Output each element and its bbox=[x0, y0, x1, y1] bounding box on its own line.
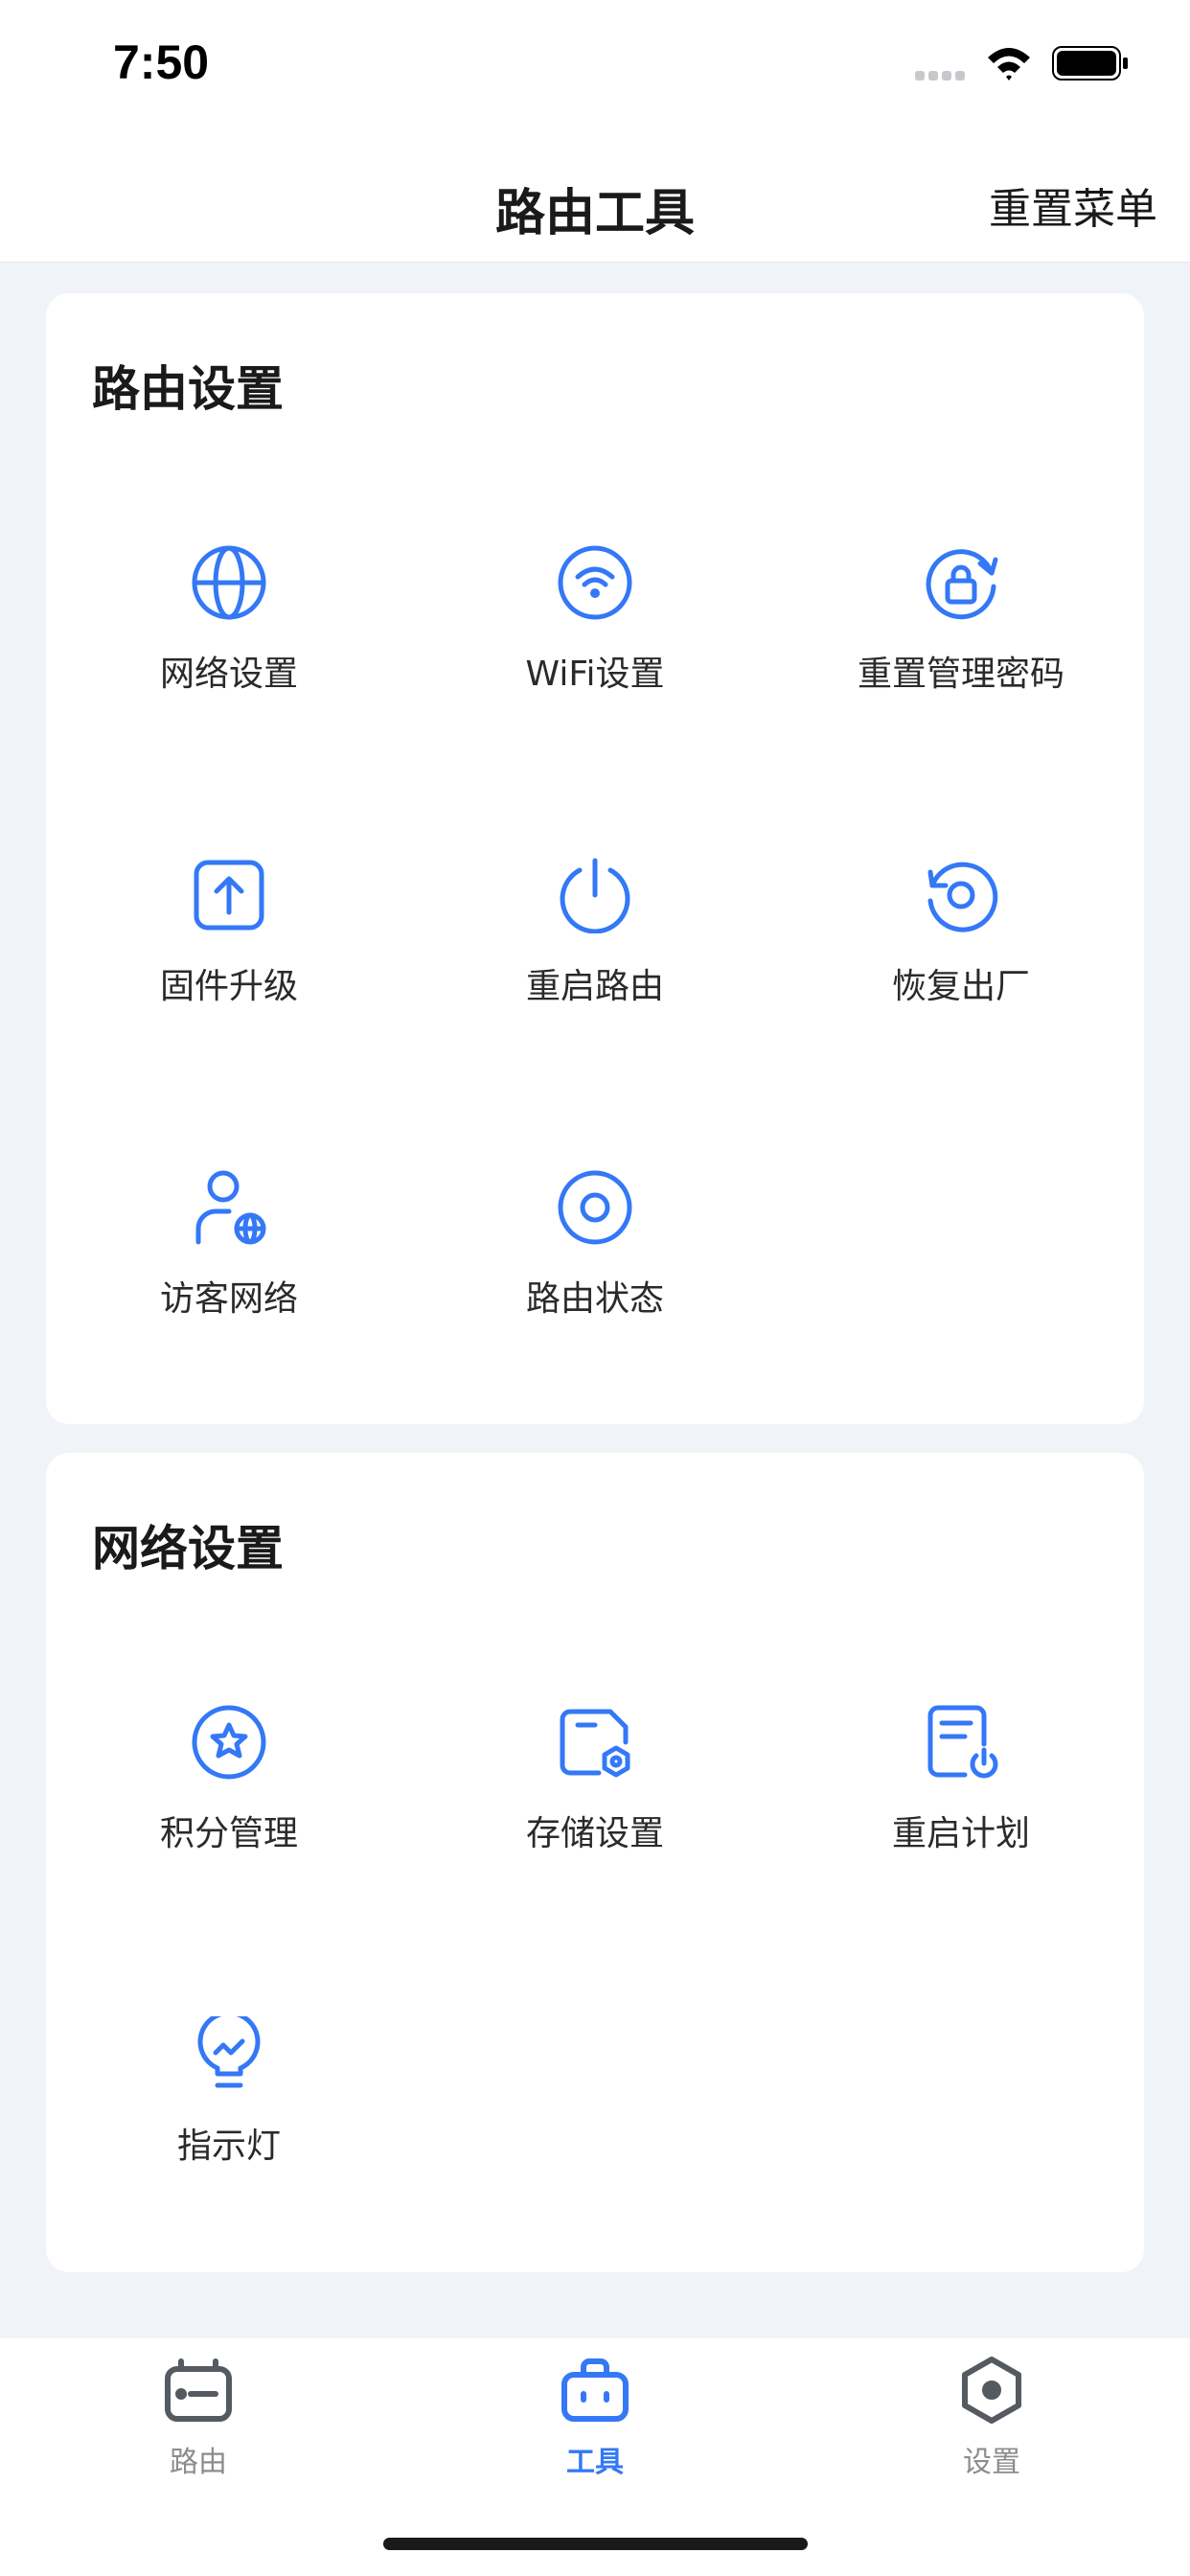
status-bar: 7:50 bbox=[0, 0, 1190, 134]
tool-label: 指示灯 bbox=[176, 2127, 281, 2166]
star-badge-icon bbox=[192, 1705, 266, 1780]
cellular-signal-icon bbox=[915, 71, 973, 80]
tool-restart-router[interactable]: 重启路由 bbox=[412, 857, 778, 1048]
upload-icon bbox=[194, 860, 264, 931]
tool-router-status[interactable]: 路由状态 bbox=[412, 1169, 778, 1361]
tool-label: 网络设置 bbox=[159, 655, 298, 694]
network-settings-card: 网络设置 积分管理 存储设置 重启计划 指示灯 bbox=[46, 1453, 1144, 2272]
tool-network-settings[interactable]: 网络设置 bbox=[46, 544, 412, 736]
tool-indicator-light[interactable]: 指示灯 bbox=[46, 2016, 412, 2208]
tool-firmware-upgrade[interactable]: 固件升级 bbox=[46, 857, 412, 1048]
tool-label: 积分管理 bbox=[159, 1814, 298, 1853]
tool-guest-network[interactable]: 访客网络 bbox=[46, 1169, 412, 1361]
tab-label: 设置 bbox=[963, 2446, 1020, 2479]
section-title: 路由设置 bbox=[92, 361, 284, 417]
wifi-icon bbox=[558, 545, 632, 620]
tab-settings[interactable]: 设置 bbox=[793, 2356, 1190, 2499]
power-icon bbox=[560, 858, 630, 933]
battery-icon bbox=[1052, 46, 1128, 80]
toolbox-icon bbox=[561, 2358, 629, 2422]
tool-label: 固件升级 bbox=[159, 967, 298, 1006]
tool-label: 重启路由 bbox=[525, 967, 664, 1006]
bulb-icon bbox=[197, 2016, 261, 2088]
router-settings-card: 路由设置 网络设置 WiFi设置 重置管理密码 固件升级 重启路由 恢复出厂 访… bbox=[46, 293, 1144, 1424]
tool-label: 重启计划 bbox=[891, 1814, 1030, 1853]
home-indicator bbox=[383, 2538, 808, 2550]
tool-restart-schedule[interactable]: 重启计划 bbox=[778, 1704, 1144, 1896]
hex-settings-icon bbox=[962, 2357, 1021, 2424]
tab-label: 路由 bbox=[170, 2446, 227, 2479]
wifi-status-icon bbox=[988, 48, 1030, 80]
tool-label: 存储设置 bbox=[525, 1814, 664, 1853]
tool-factory-reset[interactable]: 恢复出厂 bbox=[778, 857, 1144, 1048]
tool-label: 路由状态 bbox=[525, 1279, 664, 1319]
router-icon bbox=[165, 2358, 232, 2422]
tool-reset-admin-password[interactable]: 重置管理密码 bbox=[778, 544, 1144, 736]
nav-bar: 路由工具 重置菜单 bbox=[0, 134, 1190, 263]
tool-label: WiFi设置 bbox=[525, 655, 665, 694]
tool-wifi-settings[interactable]: WiFi设置 bbox=[412, 544, 778, 736]
status-time: 7:50 bbox=[113, 35, 210, 89]
tab-label: 工具 bbox=[566, 2446, 624, 2479]
storage-icon bbox=[560, 1709, 630, 1778]
lock-reset-icon bbox=[926, 549, 998, 620]
guest-user-icon bbox=[195, 1170, 266, 1245]
restore-icon bbox=[927, 862, 998, 932]
tool-label: 访客网络 bbox=[159, 1279, 298, 1319]
tool-storage-settings[interactable]: 存储设置 bbox=[412, 1704, 778, 1896]
schedule-icon bbox=[927, 1705, 998, 1779]
tool-label: 重置管理密码 bbox=[857, 655, 1064, 694]
globe-icon bbox=[192, 545, 266, 620]
tab-tools[interactable]: 工具 bbox=[397, 2356, 793, 2499]
tool-points-management[interactable]: 积分管理 bbox=[46, 1704, 412, 1896]
reset-menu-button[interactable]: 重置菜单 bbox=[989, 174, 1157, 236]
tool-label: 恢复出厂 bbox=[891, 967, 1030, 1006]
status-ring-icon bbox=[558, 1170, 632, 1245]
section-title: 网络设置 bbox=[92, 1521, 284, 1576]
tab-router[interactable]: 路由 bbox=[0, 2356, 397, 2499]
